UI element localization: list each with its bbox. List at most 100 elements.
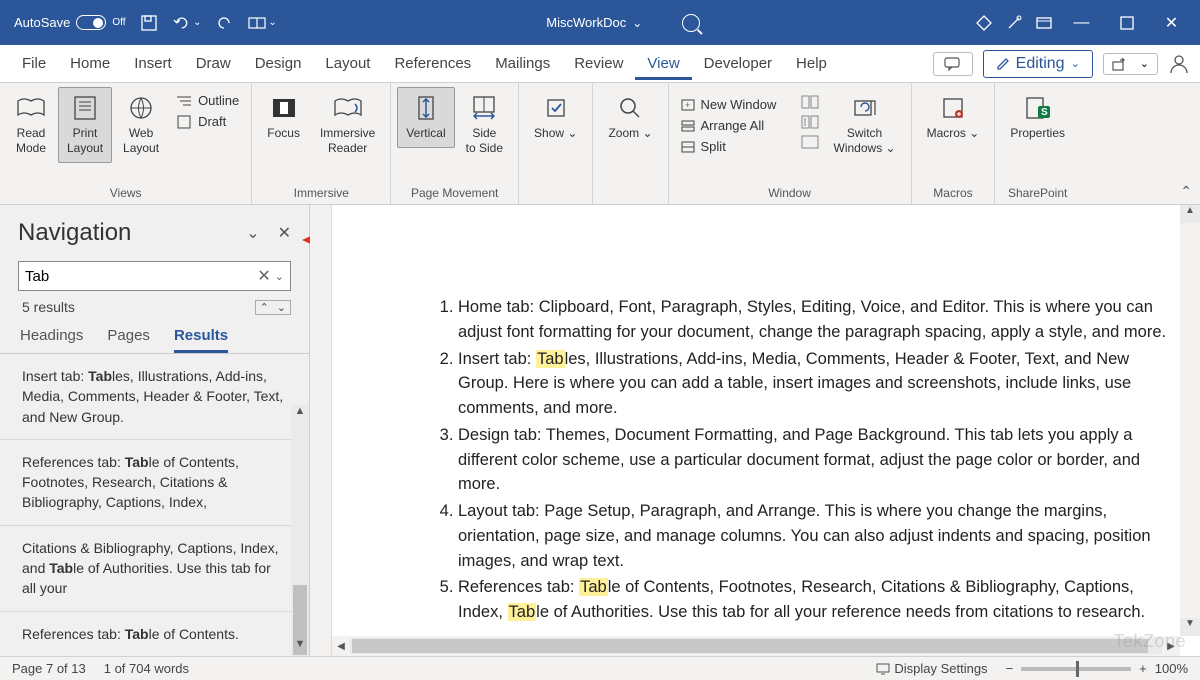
clear-search-icon[interactable]: ✕ [253,266,274,286]
customize-qat-icon[interactable]: ⌄ [248,8,278,38]
horizontal-scrollbar[interactable]: ◀ ▶ [332,636,1180,656]
properties-button[interactable]: SProperties [1001,87,1074,148]
pencil-icon [996,57,1010,71]
menu-item-developer[interactable]: Developer [692,47,784,80]
view-side-by-side-icon[interactable] [801,95,819,109]
macros-button[interactable]: Macros [918,87,989,148]
menu-item-references[interactable]: References [382,47,483,80]
scroll-up-icon[interactable]: ▲ [291,405,309,423]
arrange-all-button[interactable]: Arrange All [675,116,795,135]
comments-button[interactable] [933,52,973,76]
menu-item-mailings[interactable]: Mailings [483,47,562,80]
split-button[interactable]: Split [675,137,795,156]
immersive-reader-button[interactable]: Immersive Reader [311,87,384,163]
diamond-icon[interactable] [969,8,999,38]
ribbon-display-icon[interactable] [1029,8,1059,38]
magic-icon[interactable] [999,8,1029,38]
ribbon-group-zoom: Zoom [593,83,668,204]
document-page[interactable]: Home tab: Clipboard, Font, Paragraph, St… [332,205,1180,636]
menu-item-help[interactable]: Help [784,47,839,80]
sync-scrolling-icon[interactable] [801,115,819,129]
menu-item-review[interactable]: Review [562,47,635,80]
result-nav-buttons[interactable]: ⌃⌄ [255,300,291,315]
next-result-icon[interactable]: ⌄ [273,301,290,314]
read-mode-button[interactable]: Read Mode [6,87,56,163]
save-icon[interactable] [134,8,164,38]
nav-scrollbar[interactable]: ▲ ▼ [291,405,309,656]
print-layout-button[interactable]: Print Layout [58,87,112,163]
ribbon-group-label: Macros [918,184,989,204]
list-item: Home tab: Clipboard, Font, Paragraph, St… [458,295,1180,345]
chevron-down-icon: ⌄ [1071,57,1080,70]
menu-item-layout[interactable]: Layout [313,47,382,80]
nav-result-item[interactable]: Insert tab: Tables, Illustrations, Add-i… [0,354,303,440]
scroll-thumb[interactable] [352,639,1148,653]
scroll-up-icon[interactable]: ▲ [1180,205,1200,223]
zoom-out-icon[interactable]: − [1006,661,1014,676]
close-button[interactable]: ✕ [1149,0,1194,45]
undo-icon[interactable]: ⌄ [172,8,202,38]
web-layout-button[interactable]: Web Layout [114,87,168,163]
autosave-toggle[interactable]: AutoSave Off [14,15,126,30]
prev-result-icon[interactable]: ⌃ [256,301,273,314]
menu-item-home[interactable]: Home [58,47,122,80]
navigation-close-icon[interactable]: ✕ [278,223,291,243]
navigation-options-icon[interactable]: ⌄ [246,223,259,243]
scroll-left-icon[interactable]: ◀ [332,641,350,652]
nav-result-item[interactable]: References tab: Table of Contents, Footn… [0,440,303,526]
toggle-icon [76,15,106,30]
minimize-button[interactable]: — [1059,0,1104,45]
slider-track[interactable] [1021,667,1131,671]
collapse-ribbon-icon[interactable]: ⌃ [1180,183,1192,200]
vertical-button[interactable]: Vertical [397,87,454,148]
zoom-slider[interactable]: − + 100% [1006,661,1188,676]
ribbon-group-label: Views [6,184,245,204]
vertical-scrollbar[interactable]: ▲ ▼ [1180,205,1200,636]
zoom-level[interactable]: 100% [1155,661,1188,676]
share-button[interactable]: ⌄ [1103,53,1158,75]
focus-button[interactable]: Focus [258,87,309,148]
zoom-in-icon[interactable]: + [1139,661,1147,676]
ribbon-group-macros: Macros Macros [912,83,996,204]
nav-result-item[interactable]: Citations & Bibliography, Captions, Inde… [0,526,303,612]
menu-item-view[interactable]: View [635,47,691,80]
show-button[interactable]: Show [525,87,586,148]
ribbon-group-label: Immersive [258,184,384,204]
navigation-search-input[interactable]: ✕ ⌄ [18,261,291,291]
scroll-down-icon[interactable]: ▼ [291,638,309,656]
list-item: Design tab: Themes, Document Formatting,… [458,423,1180,497]
display-settings-button[interactable]: Display Settings [876,661,987,676]
switch-windows-button[interactable]: Switch Windows [825,87,905,163]
autosave-state: Off [112,17,125,28]
search-field[interactable] [25,268,253,285]
ribbon-group-views: Read Mode Print Layout Web Layout Outlin… [0,83,252,204]
draft-button[interactable]: Draft [170,112,245,131]
search-icon[interactable] [682,14,700,32]
new-window-button[interactable]: +New Window [675,95,795,114]
ribbon-group-immersive: Focus Immersive Reader Immersive [252,83,391,204]
word-count[interactable]: 1 of 704 words [104,661,189,676]
menu-item-file[interactable]: File [10,47,58,80]
document-title[interactable]: MiscWorkDoc ⌄ [546,15,642,30]
statusbar: Page 7 of 13 1 of 704 words Display Sett… [0,656,1200,680]
menu-item-design[interactable]: Design [243,47,314,80]
menu-item-insert[interactable]: Insert [122,47,184,80]
reset-window-icon[interactable] [801,135,819,149]
nav-tab-results[interactable]: Results [174,327,228,353]
menu-item-draw[interactable]: Draw [184,47,243,80]
search-options-icon[interactable]: ⌄ [275,270,284,283]
ribbon-group-label: Page Movement [397,184,512,204]
nav-tab-pages[interactable]: Pages [107,327,150,353]
redo-icon[interactable] [210,8,240,38]
account-icon[interactable] [1168,53,1190,75]
zoom-button[interactable]: Zoom [599,87,661,148]
page-indicator[interactable]: Page 7 of 13 [12,661,86,676]
maximize-button[interactable] [1104,0,1149,45]
side-to-side-button[interactable]: Side to Side [457,87,512,163]
nav-result-item[interactable]: References tab: Table of Contents. [0,612,303,656]
nav-tab-headings[interactable]: Headings [20,327,83,353]
menubar: FileHomeInsertDrawDesignLayoutReferences… [0,45,1200,83]
outline-button[interactable]: Outline [170,91,245,110]
editing-mode-button[interactable]: Editing ⌄ [983,50,1093,78]
document-area: Home tab: Clipboard, Font, Paragraph, St… [310,205,1200,656]
